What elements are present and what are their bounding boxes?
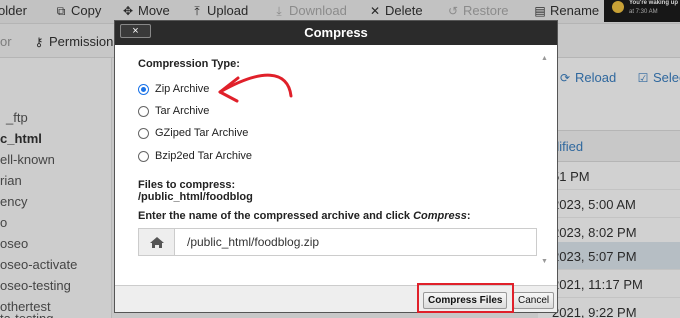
scroll-down-icon[interactable]: ▼ xyxy=(541,258,548,265)
radio-label: Tar Archive xyxy=(155,105,210,118)
radio-tar-archive[interactable]: Tar Archive xyxy=(138,105,209,117)
home-icon-addon xyxy=(139,229,175,255)
archive-name-label-text: Enter the name of the compressed archive… xyxy=(138,210,414,222)
radio-button[interactable] xyxy=(138,105,149,117)
archive-name-input-group xyxy=(138,228,537,256)
radio-bzip2ed-tar-archive[interactable]: Bzip2ed Tar Archive xyxy=(138,150,252,162)
dialog-title: Compress xyxy=(304,25,368,40)
compression-type-label: Compression Type: xyxy=(138,58,240,70)
archive-name-label-emphasis: Compress xyxy=(413,210,467,222)
archive-name-input[interactable] xyxy=(175,229,536,255)
files-to-compress-label: Files to compress: xyxy=(138,179,236,191)
radio-button[interactable] xyxy=(138,127,149,139)
radio-zip-archive[interactable]: Zip Archive xyxy=(138,83,209,95)
archive-name-label-colon: : xyxy=(466,210,471,222)
radio-button-checked[interactable] xyxy=(138,83,149,95)
radio-label: GZiped Tar Archive xyxy=(155,127,249,140)
compress-highlight-box xyxy=(417,283,514,313)
files-to-compress-path: /public_html/foodblog xyxy=(138,191,253,203)
archive-name-label: Enter the name of the compressed archive… xyxy=(138,210,471,222)
radio-label: Bzip2ed Tar Archive xyxy=(155,150,253,163)
scroll-up-icon[interactable]: ▲ xyxy=(541,55,548,62)
cancel-button[interactable]: Cancel xyxy=(513,292,555,309)
dialog-scrollbar[interactable]: ▲ ▼ xyxy=(541,55,549,269)
close-button[interactable]: × xyxy=(120,24,151,38)
radio-gziped-tar-archive[interactable]: GZiped Tar Archive xyxy=(138,127,248,139)
compress-dialog: Compress × ▲ ▼ Compression Type: Zip Arc… xyxy=(114,20,558,313)
home-icon xyxy=(150,237,164,248)
close-icon: × xyxy=(132,25,139,37)
dialog-header: Compress × xyxy=(115,21,557,45)
radio-label: Zip Archive xyxy=(155,83,210,96)
radio-button[interactable] xyxy=(138,150,149,162)
